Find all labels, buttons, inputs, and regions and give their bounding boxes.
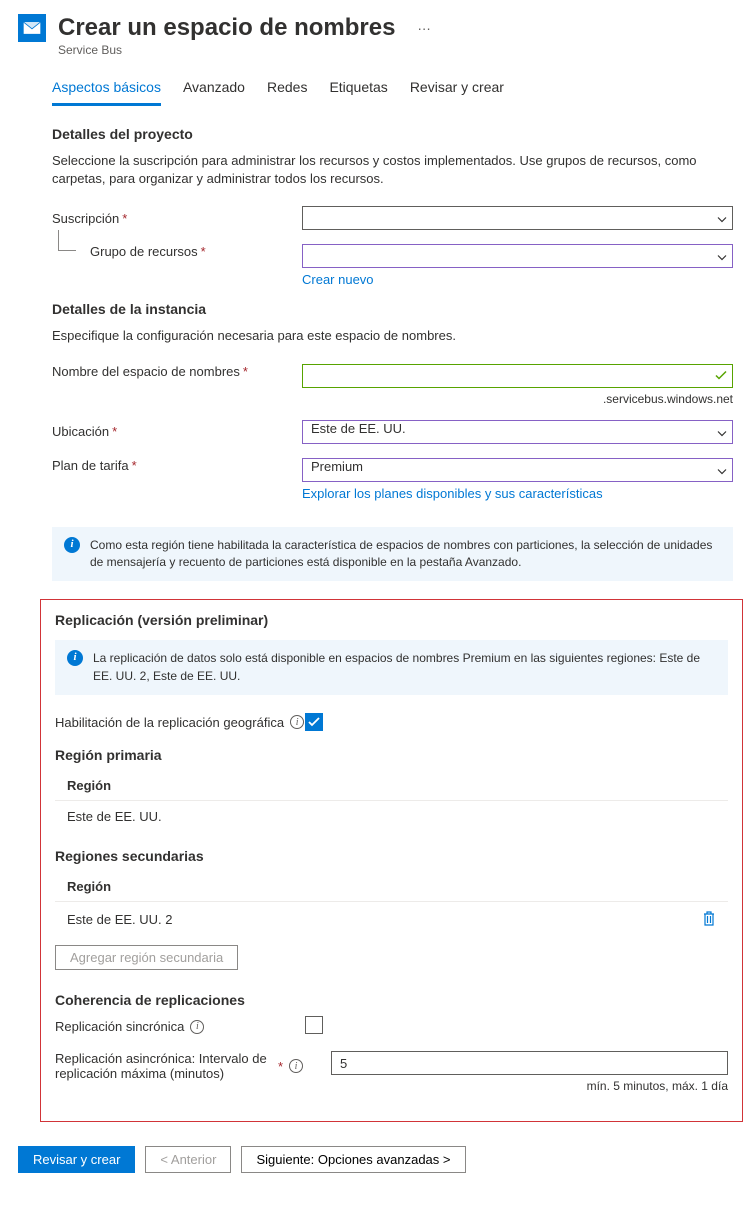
secondary-regions-title: Regiones secundarias xyxy=(55,848,728,864)
sync-replication-checkbox[interactable] xyxy=(305,1016,323,1034)
location-label: Ubicación* xyxy=(52,424,302,439)
location-select[interactable]: Este de EE. UU. xyxy=(302,420,733,444)
footer-bar: Revisar y crear < Anterior Siguiente: Op… xyxy=(0,1136,751,1185)
pricing-select[interactable]: Premium xyxy=(302,458,733,482)
explore-plans-link[interactable]: Explorar los planes disponibles y sus ca… xyxy=(302,486,603,501)
next-button[interactable]: Siguiente: Opciones avanzadas > xyxy=(241,1146,465,1173)
replication-panel: Replicación (versión preliminar) i La re… xyxy=(40,599,743,1122)
project-details-desc: Seleccione la suscripción para administr… xyxy=(52,152,733,188)
replication-info-text: La replicación de datos solo está dispon… xyxy=(93,650,716,685)
add-secondary-region-button[interactable]: Agregar región secundaria xyxy=(55,945,238,970)
tooltip-icon[interactable]: i xyxy=(190,1020,204,1034)
tab-basics[interactable]: Aspectos básicos xyxy=(52,79,161,106)
service-bus-icon xyxy=(18,14,46,42)
primary-region-header: Región xyxy=(55,771,728,801)
namespace-label: Nombre del espacio de nombres* xyxy=(52,364,302,379)
primary-region-row: Este de EE. UU. xyxy=(55,801,728,832)
page-header: Crear un espacio de nombres … Service Bu… xyxy=(0,0,751,57)
tab-networks[interactable]: Redes xyxy=(267,79,307,106)
async-interval-input[interactable] xyxy=(331,1051,728,1075)
secondary-region-header: Región xyxy=(55,872,728,902)
secondary-region-row: Este de EE. UU. 2 xyxy=(55,902,728,937)
resource-group-label: Grupo de recursos* xyxy=(52,244,302,259)
tab-advanced[interactable]: Avanzado xyxy=(183,79,245,106)
async-hint: mín. 5 minutos, máx. 1 día xyxy=(331,1079,728,1093)
replication-title: Replicación (versión preliminar) xyxy=(55,612,728,628)
tab-tags[interactable]: Etiquetas xyxy=(329,79,387,106)
replication-info-box: i La replicación de datos solo está disp… xyxy=(55,640,728,695)
namespace-input[interactable] xyxy=(302,364,733,388)
info-icon: i xyxy=(67,650,83,666)
previous-button[interactable]: < Anterior xyxy=(145,1146,231,1173)
resource-group-select[interactable] xyxy=(302,244,733,268)
enable-geo-replication-checkbox[interactable] xyxy=(305,713,323,731)
subscription-select[interactable] xyxy=(302,206,733,230)
info-icon: i xyxy=(64,537,80,553)
project-details-title: Detalles del proyecto xyxy=(52,126,733,142)
partitions-info-box: i Como esta región tiene habilitada la c… xyxy=(52,527,733,582)
tab-bar: Aspectos básicos Avanzado Redes Etiqueta… xyxy=(0,57,751,106)
async-replication-label: Replicación asincrónica: Intervalo de re… xyxy=(55,1051,331,1081)
page-subtitle: Service Bus xyxy=(58,43,733,57)
consistency-title: Coherencia de replicaciones xyxy=(55,992,728,1008)
tooltip-icon[interactable]: i xyxy=(289,1059,303,1073)
partitions-info-text: Como esta región tiene habilitada la car… xyxy=(90,537,721,572)
instance-details-title: Detalles de la instancia xyxy=(52,301,733,317)
create-new-link[interactable]: Crear nuevo xyxy=(302,272,374,287)
pricing-label: Plan de tarifa* xyxy=(52,458,302,473)
instance-details-desc: Especifique la configuración necesaria p… xyxy=(52,327,733,345)
delete-icon[interactable] xyxy=(702,910,716,929)
sync-replication-label: Replicación sincrónica i xyxy=(55,1019,305,1034)
primary-region-title: Región primaria xyxy=(55,747,728,763)
secondary-region-value: Este de EE. UU. 2 xyxy=(67,912,173,927)
review-create-button[interactable]: Revisar y crear xyxy=(18,1146,135,1173)
subscription-label: Suscripción* xyxy=(52,211,302,226)
tab-review[interactable]: Revisar y crear xyxy=(410,79,504,106)
tooltip-icon[interactable]: i xyxy=(290,715,304,729)
namespace-suffix: .servicebus.windows.net xyxy=(302,392,733,406)
enable-geo-replication-label: Habilitación de la replicación geográfic… xyxy=(55,715,305,730)
primary-region-value: Este de EE. UU. xyxy=(67,809,162,824)
page-title: Crear un espacio de nombres xyxy=(58,14,395,42)
more-button[interactable]: … xyxy=(417,17,431,33)
